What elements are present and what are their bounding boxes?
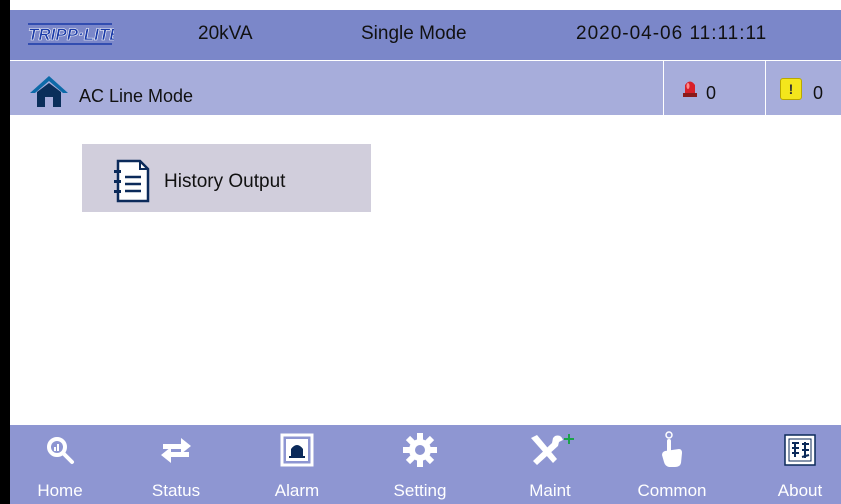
document-list-icon <box>114 159 150 203</box>
operating-mode-label: AC Line Mode <box>79 86 194 106</box>
header-bar: TRIPP·LITE 20kVA Single Mode 2020-04-06 … <box>10 10 841 60</box>
screen-border <box>0 0 10 504</box>
nav-alarm-label: Alarm <box>274 481 320 500</box>
nav-common[interactable]: Common <box>622 425 722 504</box>
screen-frame: TRIPP·LITE 20kVA Single Mode 2020-04-06 … <box>0 0 841 504</box>
warning-counter[interactable]: ! 0 <box>765 61 841 115</box>
datetime-label: 2020-04-06 11:11:11 <box>576 23 768 44</box>
nav-setting-label: Setting <box>393 481 447 500</box>
home-icon[interactable] <box>28 74 70 108</box>
alarm-counter[interactable]: 0 <box>663 61 766 115</box>
nav-setting[interactable]: Setting <box>370 425 470 504</box>
alarm-beacon-icon <box>683 81 697 97</box>
nav-status-label: Status <box>151 481 201 500</box>
history-output-button[interactable]: History Output <box>82 144 371 212</box>
magnifier-chart-icon <box>47 437 74 464</box>
tools-icon <box>531 434 574 465</box>
bottom-nav: Home Status Alarm Setting Maint Common A… <box>10 425 841 504</box>
nav-maint-label: Maint <box>529 481 571 500</box>
swap-arrows-icon <box>161 438 191 463</box>
nav-about-label: About <box>777 481 823 500</box>
warning-count: 0 <box>813 83 824 103</box>
brand-logo-text: TRIPP·LITE <box>28 25 114 44</box>
nav-alarm[interactable]: Alarm <box>247 425 347 504</box>
status-bar: AC Line Mode 0 ! 0 <box>10 61 841 115</box>
nav-home[interactable]: Home <box>10 425 110 504</box>
main-content: History Output <box>10 116 841 425</box>
gear-icon <box>403 433 437 467</box>
warning-icon: ! <box>780 78 802 100</box>
alarm-bell-icon <box>280 433 314 467</box>
nav-maint[interactable]: Maint <box>500 425 600 504</box>
alarm-count: 0 <box>706 83 717 103</box>
capacity-label: 20kVA <box>198 23 253 44</box>
hand-pointer-icon <box>662 431 682 467</box>
nav-common-label: Common <box>637 481 707 500</box>
system-mode-label: Single Mode <box>361 23 467 44</box>
info-panel-icon <box>784 434 816 466</box>
brand-logo: TRIPP·LITE <box>26 21 114 47</box>
nav-about[interactable]: About <box>750 425 841 504</box>
history-output-label: History Output <box>164 171 286 192</box>
nav-home-label: Home <box>37 481 83 500</box>
nav-status[interactable]: Status <box>126 425 226 504</box>
